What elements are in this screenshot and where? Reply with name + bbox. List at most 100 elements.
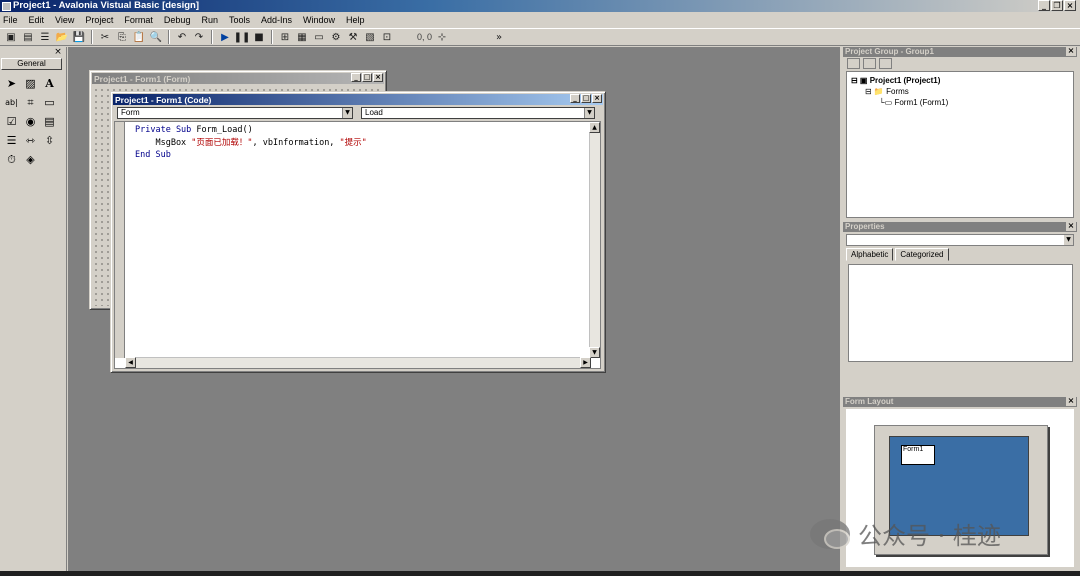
add-project-icon[interactable]: ▣: [4, 30, 18, 44]
properties-window-icon[interactable]: ▦: [295, 30, 309, 44]
close-icon[interactable]: ×: [1066, 47, 1076, 56]
component-manager-icon[interactable]: ⊡: [380, 30, 394, 44]
hscrollbar-icon[interactable]: ⇿: [21, 131, 40, 150]
tab-alphabetic[interactable]: Alphabetic: [846, 248, 894, 261]
cut-icon[interactable]: ✂: [98, 30, 112, 44]
form-designer-titlebar[interactable]: Project1 - Form1 (Form) _ □ ×: [92, 73, 384, 84]
copy-icon[interactable]: ⎘: [115, 30, 129, 44]
menu-file[interactable]: File: [2, 15, 19, 25]
minimize-button[interactable]: _: [1038, 0, 1050, 11]
menu-editor-icon[interactable]: ☰: [38, 30, 52, 44]
menu-run[interactable]: Run: [200, 15, 219, 25]
chevron-down-icon[interactable]: ▼: [1064, 235, 1073, 245]
scroll-up-icon[interactable]: ▲: [589, 122, 600, 133]
project-explorer-title: Project Group - Group1: [845, 47, 934, 56]
maximize-button[interactable]: □: [362, 73, 372, 82]
maximize-button[interactable]: □: [581, 94, 591, 103]
chevron-down-icon[interactable]: ▼: [584, 108, 594, 118]
properties-panel: Properties × ▼ Alphabetic Categorized: [843, 222, 1077, 394]
menu-tools[interactable]: Tools: [228, 15, 251, 25]
code-margin[interactable]: [115, 122, 125, 358]
picturebox-icon[interactable]: ▨: [21, 74, 40, 93]
save-icon[interactable]: 💾: [72, 30, 86, 44]
properties-title: Properties: [845, 222, 885, 231]
textbox-icon[interactable]: ab|: [2, 93, 21, 112]
close-button[interactable]: ×: [373, 73, 383, 82]
menu-addins[interactable]: Add-Ins: [260, 15, 293, 25]
menu-edit[interactable]: Edit: [28, 15, 46, 25]
code-editor[interactable]: Private Sub Form_Load() MsgBox "页面已加载！",…: [114, 121, 601, 369]
listbox-icon[interactable]: ☰: [2, 131, 21, 150]
procedure-combo-value: Load: [365, 108, 383, 117]
menu-project[interactable]: Project: [84, 15, 114, 25]
minimize-button[interactable]: _: [351, 73, 361, 82]
label-icon[interactable]: A: [40, 74, 59, 93]
object-combo-value: Form: [121, 108, 140, 117]
code-text[interactable]: Private Sub Form_Load() MsgBox "页面已加载！",…: [135, 124, 367, 162]
vertical-scrollbar[interactable]: ▲ ▼: [589, 122, 600, 358]
find-icon[interactable]: 🔍: [149, 30, 163, 44]
checkbox-icon[interactable]: ☑: [2, 112, 21, 131]
procedure-combo[interactable]: Load ▼: [361, 107, 595, 119]
restore-button[interactable]: ❐: [1051, 0, 1063, 11]
toolbox-tab-general[interactable]: General: [1, 58, 62, 70]
tree-item-forms-folder[interactable]: ⊟ 📁 Forms: [865, 87, 909, 96]
menu-window[interactable]: Window: [302, 15, 336, 25]
vscrollbar-icon[interactable]: ⇳: [40, 131, 59, 150]
scroll-left-icon[interactable]: ◀: [125, 357, 136, 368]
toolbox-panel: × General ➤ ▨ A ab| ⌗ ▭ ☑ ◉ ▤ ☰ ⇿ ⇳ ⏱ ◈: [0, 47, 67, 571]
project-explorer-icon[interactable]: ⊞: [278, 30, 292, 44]
timer-icon[interactable]: ⏱: [2, 150, 21, 169]
combobox-icon[interactable]: ▤: [40, 112, 59, 131]
wechat-logo-icon: [810, 518, 850, 549]
tab-categorized[interactable]: Categorized: [895, 248, 949, 261]
toggle-folders-icon[interactable]: [879, 58, 892, 69]
scroll-right-icon[interactable]: ▶: [580, 357, 591, 368]
close-icon[interactable]: ×: [1066, 397, 1076, 406]
frame-icon[interactable]: ⌗: [21, 93, 40, 112]
toolbox-icon[interactable]: ⚒: [346, 30, 360, 44]
menu-debug[interactable]: Debug: [163, 15, 192, 25]
minimize-button[interactable]: _: [570, 94, 580, 103]
code-window[interactable]: Project1 - Form1 (Code) _ □ × Form ▼ Loa…: [110, 91, 606, 373]
form-layout-titlebar: Form Layout ×: [843, 397, 1077, 407]
view-object-icon[interactable]: [863, 58, 876, 69]
pointer-icon[interactable]: ➤: [2, 74, 21, 93]
undo-icon[interactable]: ↶: [175, 30, 189, 44]
form-position-preview[interactable]: Form1: [901, 445, 935, 465]
paste-icon[interactable]: 📋: [132, 30, 146, 44]
code-window-titlebar[interactable]: Project1 - Form1 (Code) _ □ ×: [113, 94, 603, 105]
menu-view[interactable]: View: [54, 15, 75, 25]
object-combo[interactable]: Form ▼: [117, 107, 353, 119]
app-titlebar: Project1 - Avalonia Vistual Basic [desig…: [0, 0, 1080, 12]
add-form-icon[interactable]: ▤: [21, 30, 35, 44]
close-button[interactable]: ×: [1064, 0, 1076, 11]
close-button[interactable]: ×: [592, 94, 602, 103]
toolbar-overflow-icon[interactable]: »: [492, 30, 506, 44]
toolbar-separator: [211, 30, 213, 44]
properties-grid[interactable]: [848, 264, 1073, 362]
horizontal-scrollbar[interactable]: ◀ ▶: [125, 357, 591, 368]
tree-item-form1[interactable]: └▭ Form1 (Form1): [879, 98, 948, 107]
break-icon[interactable]: ❚❚: [234, 30, 251, 44]
start-icon[interactable]: ▶: [218, 30, 232, 44]
view-code-icon[interactable]: [847, 58, 860, 69]
object-browser-icon[interactable]: ⚙: [329, 30, 343, 44]
menu-help[interactable]: Help: [345, 15, 366, 25]
form-layout-icon[interactable]: ▭: [312, 30, 326, 44]
project-tree: ⊟ ▣ Project1 (Project1) ⊟ 📁 Forms └▭ For…: [846, 71, 1074, 218]
menu-format[interactable]: Format: [123, 15, 154, 25]
end-icon[interactable]: ■: [252, 30, 266, 44]
commandbutton-icon[interactable]: ▭: [40, 93, 59, 112]
close-icon[interactable]: ×: [1066, 222, 1076, 231]
open-icon[interactable]: 📂: [55, 30, 69, 44]
object-selector[interactable]: ▼: [846, 234, 1074, 246]
toolbox-close-icon[interactable]: ×: [53, 48, 63, 57]
data-view-icon[interactable]: ▧: [363, 30, 377, 44]
chevron-down-icon[interactable]: ▼: [342, 108, 352, 118]
app-title: Project1 - Avalonia Vistual Basic [desig…: [13, 0, 200, 11]
drivelistbox-icon[interactable]: ◈: [21, 150, 40, 169]
optionbutton-icon[interactable]: ◉: [21, 112, 40, 131]
tree-item-project[interactable]: ⊟ ▣ Project1 (Project1): [851, 76, 940, 85]
redo-icon[interactable]: ↷: [192, 30, 206, 44]
